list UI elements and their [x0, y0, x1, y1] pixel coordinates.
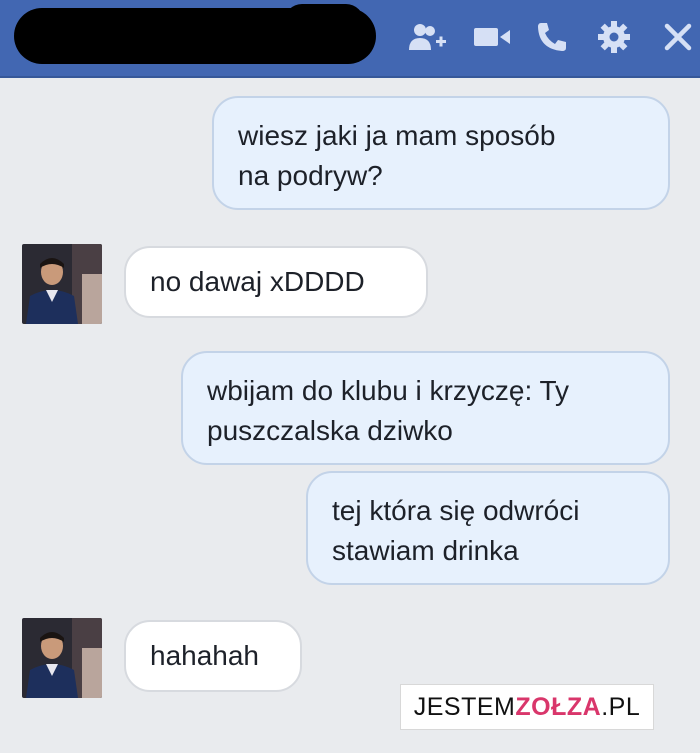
add-people-icon[interactable] [408, 20, 448, 54]
redacted-contact-name [14, 4, 376, 64]
message-sent: wbijam do klubu i krzyczę: Ty puszczalsk… [181, 351, 670, 465]
message-sent: wiesz jaki ja mam sposób na podryw? [212, 96, 670, 210]
phone-icon[interactable] [532, 20, 572, 54]
message-sent: tej która się odwróci stawiam drinka [306, 471, 670, 585]
message-received: hahahah [124, 620, 302, 692]
message-list: wiesz jaki ja mam sposób na podryw? no d… [0, 78, 700, 753]
watermark-part: JESTEM [413, 692, 516, 721]
watermark-part: .PL [601, 692, 641, 721]
watermark-part: ZOŁZA [515, 692, 602, 721]
gear-icon[interactable] [594, 20, 634, 54]
close-icon[interactable] [658, 20, 698, 54]
avatar [22, 244, 102, 324]
avatar [22, 618, 102, 698]
chat-header [0, 0, 700, 78]
video-call-icon[interactable] [472, 20, 512, 54]
watermark-logo: JESTEM ZOŁZA .PL [400, 684, 654, 730]
message-received: no dawaj xDDDD [124, 246, 428, 318]
